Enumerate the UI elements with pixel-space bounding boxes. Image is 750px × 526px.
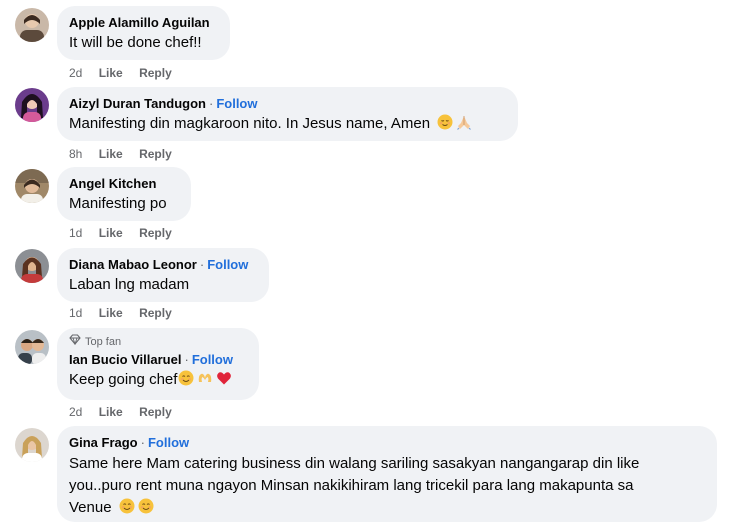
timestamp[interactable]: 1d <box>69 226 82 240</box>
separator: · <box>184 352 189 367</box>
avatar[interactable] <box>15 249 49 283</box>
comment-text-content: Venue <box>69 499 112 516</box>
heart-hands-icon <box>197 370 213 386</box>
comment-bubble: Angel Kitchen Manifesting po <box>57 167 191 221</box>
red-heart-icon <box>216 370 232 386</box>
comment-bubble: Top fan Ian Bucio Villaruel · Follow Keep … <box>57 328 259 400</box>
comment-text: Same here Mam catering business din wala… <box>69 453 705 519</box>
avatar[interactable] <box>15 88 49 122</box>
comment-text: Laban lng madam <box>69 276 190 293</box>
avatar[interactable] <box>15 330 49 364</box>
timestamp[interactable]: 8h <box>69 147 82 161</box>
reply-button[interactable]: Reply <box>139 147 172 161</box>
diamond-icon <box>69 334 81 349</box>
author-name[interactable]: Diana Mabao Leonor <box>69 257 197 272</box>
comment-text: It will be done chef!! <box>69 34 202 51</box>
follow-button[interactable]: Follow <box>148 435 189 450</box>
comment-bubble: Aizyl Duran Tandugon · Follow Manifesting … <box>57 87 518 141</box>
comment-text-content: Manifesting din magkaroon nito. In Jesus… <box>69 115 431 132</box>
author-name[interactable]: Aizyl Duran Tandugon <box>69 96 206 111</box>
folded-hands-icon <box>456 114 472 130</box>
comment-actions: 1d Like Reply <box>69 305 185 321</box>
reply-button[interactable]: Reply <box>139 66 172 80</box>
comment-bubble: Gina Frago · Follow Same here Mam catering… <box>57 426 717 522</box>
author-name[interactable]: Angel Kitchen <box>69 176 156 191</box>
separator: · <box>140 435 145 450</box>
separator: · <box>199 257 205 272</box>
avatar[interactable] <box>15 169 49 203</box>
comment-text-line: Same here Mam catering business din wala… <box>69 455 640 472</box>
comment-actions: 2d Like Reply <box>69 404 185 420</box>
reply-button[interactable]: Reply <box>139 306 172 320</box>
like-button[interactable]: Like <box>99 147 123 161</box>
comment-bubble: Apple Alamillo Aguilan It will be done c… <box>57 6 230 60</box>
timestamp[interactable]: 1d <box>69 306 82 320</box>
comment-actions: 1d Like Reply <box>69 225 185 241</box>
comment-text: Keep going chef <box>69 370 247 390</box>
follow-button[interactable]: Follow <box>216 96 257 111</box>
like-button[interactable]: Like <box>99 226 123 240</box>
timestamp[interactable]: 2d <box>69 66 82 80</box>
smiling-face-icon <box>178 370 194 386</box>
timestamp[interactable]: 2d <box>69 405 82 419</box>
author-name[interactable]: Apple Alamillo Aguilan <box>69 15 210 30</box>
comment-text: Manifesting po <box>69 195 167 212</box>
separator: · <box>208 96 214 111</box>
comment-feed: Apple Alamillo Aguilan It will be done c… <box>0 0 750 526</box>
comment-actions: 2d Like Reply <box>69 65 185 81</box>
like-button[interactable]: Like <box>99 66 123 80</box>
reply-button[interactable]: Reply <box>139 226 172 240</box>
comment-actions: 8h Like Reply <box>69 146 185 162</box>
comment-text-content: Keep going chef <box>69 371 178 388</box>
follow-button[interactable]: Follow <box>192 352 233 367</box>
reply-button[interactable]: Reply <box>139 405 172 419</box>
like-button[interactable]: Like <box>99 405 123 419</box>
author-name[interactable]: Ian Bucio Villaruel <box>69 352 181 367</box>
comment-text-line-last: Venue <box>69 497 705 519</box>
comment-text: Manifesting din magkaroon nito. In Jesus… <box>69 114 506 134</box>
relieved-face-icon <box>437 114 453 130</box>
avatar[interactable] <box>15 8 49 42</box>
author-name[interactable]: Gina Frago <box>69 435 138 450</box>
badge-label: Top fan <box>85 335 122 348</box>
comment-text-line: you..puro rent muna ngayon Minsan nakiki… <box>69 477 634 494</box>
smiling-face-icon <box>138 498 154 514</box>
avatar[interactable] <box>15 428 49 462</box>
comment-bubble: Diana Mabao Leonor · Follow Laban lng mada… <box>57 248 269 302</box>
top-fan-badge: Top fan <box>69 334 247 349</box>
smiling-face-icon <box>119 498 135 514</box>
like-button[interactable]: Like <box>99 306 123 320</box>
follow-button[interactable]: Follow <box>207 257 248 272</box>
